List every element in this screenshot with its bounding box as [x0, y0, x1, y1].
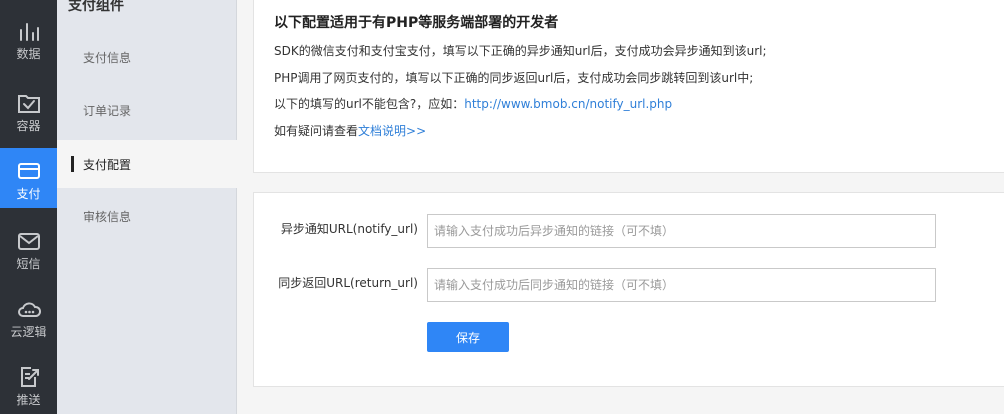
rail-item-label: 数据 — [16, 47, 41, 61]
rail-item-sms[interactable]: 短信 — [0, 222, 57, 282]
payment-submenu: 支付组件 支付信息 订单记录 支付配置 审核信息 — [57, 0, 237, 414]
submenu-item-order-records[interactable]: 订单记录 — [57, 86, 237, 134]
submenu-item-payment-config[interactable]: 支付配置 — [57, 140, 237, 188]
help-prefix: 如有疑问请查看 — [274, 123, 359, 138]
notify-url-label: 异步通知URL(notify_url) — [280, 222, 418, 236]
return-url-input[interactable] — [427, 268, 936, 302]
card-icon — [16, 158, 42, 184]
return-url-label: 同步返回URL(return_url) — [278, 276, 418, 290]
submenu-item-label: 审核信息 — [83, 209, 132, 224]
submenu-item-payment-info[interactable]: 支付信息 — [57, 33, 237, 81]
rail-item-label: 短信 — [16, 257, 41, 271]
example-url-link[interactable]: http://www.bmob.cn/notify_url.php — [464, 97, 672, 111]
submenu-item-label: 支付信息 — [83, 50, 132, 65]
config-notice-panel: 以下配置适用于有PHP等服务端部署的开发者 SDK的微信支付和支付宝支付，填写以… — [253, 0, 1004, 173]
rail-item-container[interactable]: 容器 — [0, 84, 57, 144]
rail-item-cloud-logic[interactable]: 云逻辑 — [0, 290, 57, 350]
example-prefix: 以下的填写的url不能包含?，应如： — [274, 97, 465, 111]
rail-item-payment[interactable]: 支付 — [0, 148, 57, 208]
notify-url-input[interactable] — [427, 214, 936, 248]
notice-line-async: SDK的微信支付和支付宝支付，填写以下正确的异步通知url后，支付成功会异步通知… — [274, 44, 767, 58]
active-indicator — [71, 156, 74, 172]
save-button[interactable]: 保存 — [427, 322, 509, 352]
rail-item-label: 支付 — [16, 187, 41, 201]
mail-icon — [16, 228, 42, 254]
return-url-row: 同步返回URL(return_url) — [254, 268, 1004, 302]
url-config-form: 异步通知URL(notify_url) 同步返回URL(return_url) … — [253, 192, 1004, 387]
submenu-title: 支付组件 — [68, 0, 124, 14]
submenu-item-review-info[interactable]: 审核信息 — [57, 192, 237, 240]
notice-line-example: 以下的填写的url不能包含?，应如：http://www.bmob.cn/not… — [274, 96, 1004, 112]
cloud-icon — [16, 296, 42, 322]
notice-line-sync: PHP调用了网页支付的，填写以下正确的同步返回url后，支付成功会同步跳转回到该… — [274, 70, 754, 85]
rail-item-label: 云逻辑 — [10, 325, 47, 339]
notify-url-row: 异步通知URL(notify_url) — [254, 214, 1004, 248]
icon-rail: 数据 容器 支付 短信 云逻辑 推送 — [0, 0, 57, 414]
submenu-item-label: 订单记录 — [83, 103, 132, 118]
rail-item-data[interactable]: 数据 — [0, 12, 57, 72]
rail-item-push[interactable]: 推送 — [0, 358, 57, 414]
bar-chart-icon — [16, 18, 42, 44]
container-check-icon — [16, 90, 42, 116]
rail-item-label: 容器 — [16, 119, 41, 133]
submenu-item-label: 支付配置 — [83, 157, 132, 172]
rail-item-label: 推送 — [16, 393, 41, 407]
notice-title: 以下配置适用于有PHP等服务端部署的开发者 — [274, 15, 559, 31]
push-doc-icon — [16, 364, 42, 390]
notice-line-help: 如有疑问请查看文档说明>> — [274, 123, 1004, 139]
docs-link[interactable]: 文档说明>> — [358, 124, 426, 138]
